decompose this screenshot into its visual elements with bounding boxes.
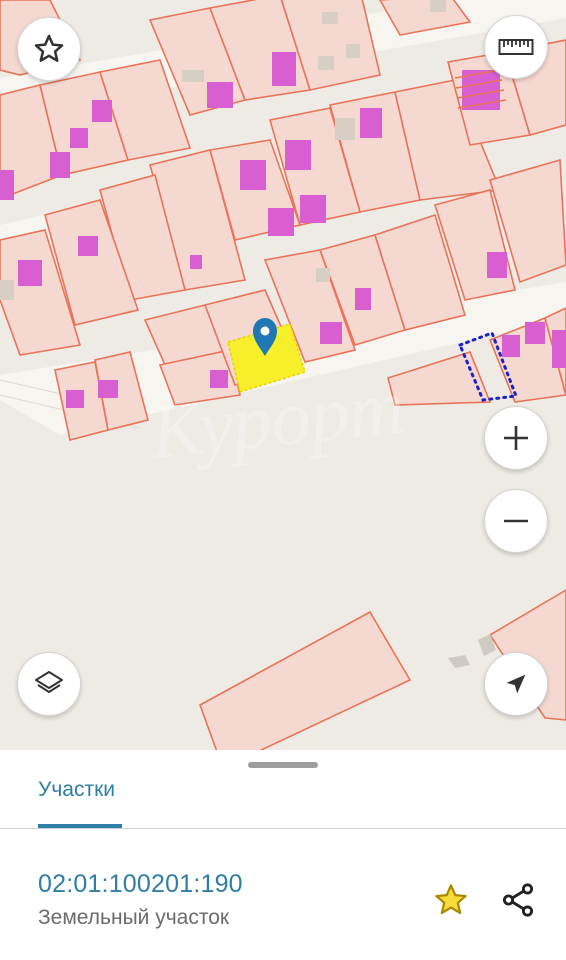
favorite-button[interactable] xyxy=(427,876,475,924)
layers-button[interactable] xyxy=(17,652,81,716)
minus-icon xyxy=(504,519,528,523)
favorites-button[interactable] xyxy=(17,17,81,81)
divider xyxy=(0,828,566,829)
share-button[interactable] xyxy=(494,876,542,924)
navigation-arrow-icon xyxy=(506,674,526,694)
map-view[interactable]: Курорт xyxy=(0,0,566,750)
striped-building xyxy=(454,69,507,110)
cadastral-number-link[interactable]: 02:01:100201:190 xyxy=(38,870,243,899)
share-icon xyxy=(502,883,534,917)
ruler-button[interactable] xyxy=(484,15,548,79)
ruler-icon xyxy=(498,39,534,55)
parcel-type-label: Земельный участок xyxy=(38,906,230,929)
cadastral-map-layer: Курорт xyxy=(0,0,566,750)
layers-icon xyxy=(35,671,63,693)
star-outline-icon xyxy=(34,34,64,62)
star-icon xyxy=(435,884,467,915)
plus-icon xyxy=(504,426,528,450)
zoom-out-button[interactable] xyxy=(484,489,548,553)
tab-parcels[interactable]: Участки xyxy=(38,778,115,802)
bottom-sheet: Участки 02:01:100201:190 Земельный участ… xyxy=(0,750,566,960)
my-location-button[interactable] xyxy=(484,652,548,716)
zoom-in-button[interactable] xyxy=(484,406,548,470)
shed xyxy=(448,655,470,668)
drag-handle[interactable] xyxy=(248,762,318,768)
